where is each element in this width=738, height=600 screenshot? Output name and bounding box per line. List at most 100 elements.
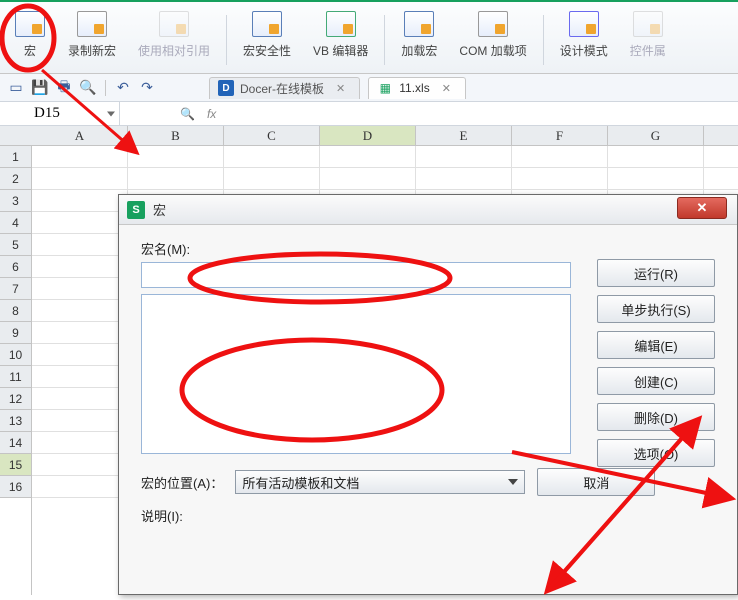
cell[interactable] bbox=[320, 168, 416, 189]
macro-name-input[interactable] bbox=[141, 262, 571, 288]
ribbon-divider bbox=[226, 15, 227, 65]
row-header[interactable]: 10 bbox=[0, 344, 31, 366]
column-header[interactable]: C bbox=[224, 126, 320, 145]
tab-label: 11.xls bbox=[399, 81, 429, 95]
print-icon[interactable]: 🖶 bbox=[54, 78, 74, 98]
find-icon[interactable]: 🔍 bbox=[180, 107, 195, 121]
cell[interactable] bbox=[32, 322, 128, 343]
column-header[interactable]: B bbox=[128, 126, 224, 145]
cell[interactable] bbox=[32, 388, 128, 409]
cell[interactable] bbox=[512, 168, 608, 189]
dialog-titlebar[interactable]: S 宏 ✕ bbox=[119, 195, 737, 225]
row-header[interactable]: 11 bbox=[0, 366, 31, 388]
cell[interactable] bbox=[32, 476, 128, 497]
docer-icon: D bbox=[218, 80, 234, 96]
cell[interactable] bbox=[512, 146, 608, 167]
cell[interactable] bbox=[128, 168, 224, 189]
row-header[interactable]: 7 bbox=[0, 278, 31, 300]
row-header[interactable]: 12 bbox=[0, 388, 31, 410]
cell[interactable] bbox=[32, 344, 128, 365]
cell[interactable] bbox=[320, 146, 416, 167]
row-header[interactable]: 2 bbox=[0, 168, 31, 190]
delete-button[interactable]: 删除(D) bbox=[597, 403, 715, 431]
ribbon-relative-ref[interactable]: 使用相对引用 bbox=[130, 6, 218, 68]
edit-button[interactable]: 编辑(E) bbox=[597, 331, 715, 359]
ribbon-record-macro[interactable]: 录制新宏 bbox=[60, 6, 124, 68]
ribbon-macro-security[interactable]: 宏安全性 bbox=[235, 6, 299, 68]
row-header[interactable]: 3 bbox=[0, 190, 31, 212]
column-header[interactable]: G bbox=[608, 126, 704, 145]
formula-bar: D15 🔍 fx bbox=[0, 102, 738, 126]
tab-docer[interactable]: D Docer-在线模板 ✕ bbox=[209, 77, 360, 99]
macro-name-label: 宏名(M): bbox=[141, 239, 715, 258]
cell[interactable] bbox=[32, 146, 128, 167]
close-button[interactable]: ✕ bbox=[677, 197, 727, 219]
cell[interactable] bbox=[32, 432, 128, 453]
row-header[interactable]: 8 bbox=[0, 300, 31, 322]
cell[interactable] bbox=[32, 256, 128, 277]
row-header[interactable]: 1 bbox=[0, 146, 31, 168]
tab-file[interactable]: ▦ 11.xls ✕ bbox=[368, 77, 466, 99]
cell[interactable] bbox=[32, 454, 128, 475]
quick-access-bar: ▭ 💾 🖶 🔍 ↶ ↷ D Docer-在线模板 ✕ ▦ 11.xls ✕ bbox=[0, 74, 738, 102]
macro-location-select[interactable]: 所有活动模板和文档 bbox=[235, 470, 525, 494]
cell[interactable] bbox=[32, 278, 128, 299]
macro-list[interactable] bbox=[141, 294, 571, 454]
cell[interactable] bbox=[224, 168, 320, 189]
close-icon[interactable]: ✕ bbox=[442, 82, 451, 95]
wps-icon: S bbox=[127, 201, 145, 219]
ribbon-divider bbox=[543, 15, 544, 65]
redo-icon[interactable]: ↷ bbox=[137, 78, 157, 98]
ribbon-design-mode[interactable]: 设计模式 bbox=[552, 6, 616, 68]
cell[interactable] bbox=[608, 168, 704, 189]
ribbon-vb-editor[interactable]: VB 编辑器 bbox=[305, 6, 376, 68]
cell[interactable] bbox=[416, 146, 512, 167]
cell[interactable] bbox=[608, 146, 704, 167]
xls-icon: ▦ bbox=[377, 80, 393, 96]
ribbon-properties: 控件属 bbox=[622, 6, 674, 68]
save-icon[interactable]: 💾 bbox=[30, 78, 50, 98]
cell[interactable] bbox=[32, 410, 128, 431]
cell[interactable] bbox=[128, 146, 224, 167]
cell[interactable] bbox=[32, 234, 128, 255]
cancel-button[interactable]: 取消 bbox=[537, 468, 655, 496]
tab-label: Docer-在线模板 bbox=[240, 80, 324, 97]
run-button[interactable]: 运行(R) bbox=[597, 259, 715, 287]
row-header[interactable]: 6 bbox=[0, 256, 31, 278]
step-button[interactable]: 单步执行(S) bbox=[597, 295, 715, 323]
create-button[interactable]: 创建(C) bbox=[597, 367, 715, 395]
column-header[interactable]: D bbox=[320, 126, 416, 145]
row-header[interactable]: 13 bbox=[0, 410, 31, 432]
macro-location-label: 宏的位置(A)： bbox=[141, 473, 223, 492]
undo-icon[interactable]: ↶ bbox=[113, 78, 133, 98]
options-button[interactable]: 选项(O) bbox=[597, 439, 715, 467]
fx-icon[interactable]: fx bbox=[207, 107, 216, 121]
row-header[interactable]: 14 bbox=[0, 432, 31, 454]
description-label: 说明(I): bbox=[141, 506, 715, 525]
name-box[interactable]: D15 bbox=[0, 102, 120, 125]
close-icon[interactable]: ✕ bbox=[336, 82, 345, 95]
cell[interactable] bbox=[32, 300, 128, 321]
cell[interactable] bbox=[32, 212, 128, 233]
column-header[interactable]: F bbox=[512, 126, 608, 145]
ribbon-macro[interactable]: 宏 bbox=[6, 6, 54, 68]
row-header[interactable]: 15 bbox=[0, 454, 31, 476]
row-header[interactable]: 9 bbox=[0, 322, 31, 344]
dialog-title: 宏 bbox=[153, 200, 166, 219]
cell[interactable] bbox=[224, 146, 320, 167]
column-header[interactable]: E bbox=[416, 126, 512, 145]
new-icon[interactable]: ▭ bbox=[6, 78, 26, 98]
cell[interactable] bbox=[32, 168, 128, 189]
cell[interactable] bbox=[32, 190, 128, 211]
ribbon-com-addins[interactable]: COM 加载项 bbox=[451, 6, 534, 68]
ribbon-load-macro[interactable]: 加载宏 bbox=[393, 6, 445, 68]
cell[interactable] bbox=[32, 366, 128, 387]
preview-icon[interactable]: 🔍 bbox=[78, 78, 98, 98]
row-header[interactable]: 4 bbox=[0, 212, 31, 234]
select-all-corner[interactable] bbox=[0, 126, 32, 146]
column-header[interactable]: A bbox=[32, 126, 128, 145]
row-header[interactable]: 16 bbox=[0, 476, 31, 498]
ribbon: 宏 录制新宏 使用相对引用 宏安全性 VB 编辑器 加载宏 COM 加载项 设计… bbox=[0, 2, 738, 74]
row-header[interactable]: 5 bbox=[0, 234, 31, 256]
cell[interactable] bbox=[416, 168, 512, 189]
